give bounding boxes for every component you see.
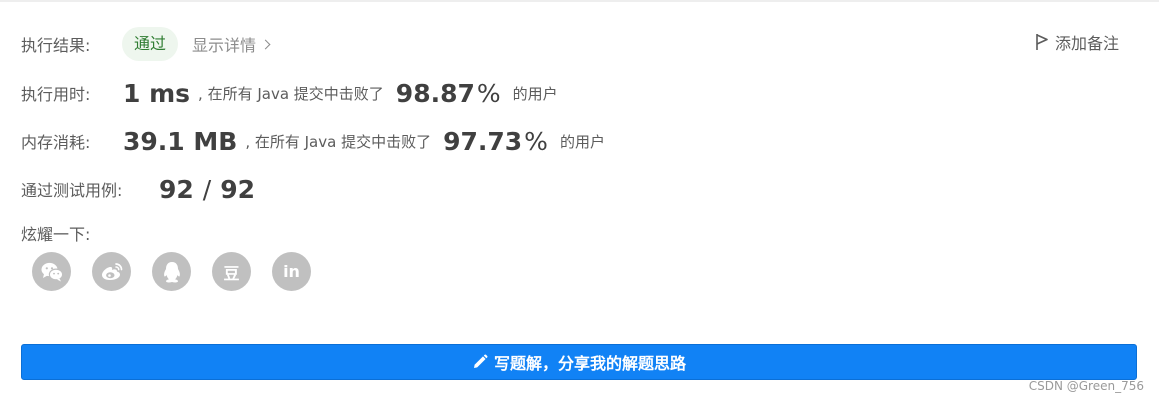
chevron-right-icon [260,39,271,49]
testcases-separator: / [202,174,212,204]
memory-percent: 97.73 [443,126,523,156]
memory-percent-unit: % [524,126,548,156]
flag-icon [1036,34,1048,50]
douban-icon[interactable]: 豆 [212,252,251,291]
runtime-label: 执行用时: [21,85,91,104]
watermark: CSDN @Green_756 [1028,379,1144,393]
wechat-icon[interactable] [32,252,71,291]
status-badge: 通过 [122,27,179,61]
testcases-total: 92 [220,174,256,204]
runtime-percent-unit: % [476,78,501,108]
result-row: 执行结果: 通过 显示详情 [21,26,271,62]
testcases-passed: 92 [159,174,194,204]
qq-icon[interactable] [152,252,191,291]
share-row: 炫耀一下: [21,220,90,246]
runtime-percent: 98.87 [395,78,475,108]
memory-users-text: 的用户 [559,132,605,151]
write-solution-button[interactable]: 写题解，分享我的解题思路 [21,344,1137,380]
memory-label: 内存消耗: [21,133,91,152]
share-icons: 豆 in [32,252,332,291]
write-solution-label: 写题解，分享我的解题思路 [493,354,686,373]
share-label: 炫耀一下: [21,225,91,244]
add-note-label: 添加备注 [1054,34,1119,53]
pencil-icon [473,354,488,368]
memory-beat-text: , 在所有 Java 提交中击败了 [245,132,432,151]
memory-value: 39.1 MB [123,126,238,156]
testcases-row: 通过测试用例: 92 / 92 [21,172,255,206]
douban-glyph: 豆 [223,263,240,283]
show-details-link[interactable]: 显示详情 [192,32,271,56]
runtime-value: 1 ms [123,78,191,108]
linkedin-icon[interactable]: in [272,252,311,291]
weibo-icon[interactable] [92,252,131,291]
testcases-label: 通过测试用例: [21,181,123,200]
runtime-beat-text: , 在所有 Java 提交中击败了 [198,84,384,103]
top-divider [0,0,1159,2]
add-note-button[interactable]: 添加备注 [1035,30,1119,54]
result-label: 执行结果: [21,36,91,55]
show-details-label: 显示详情 [192,36,257,55]
memory-row: 内存消耗: 39.1 MB , 在所有 Java 提交中击败了 97.73 % … [21,124,605,158]
runtime-row: 执行用时: 1 ms , 在所有 Java 提交中击败了 98.87 % 的用户 [21,76,558,110]
runtime-users-text: 的用户 [512,84,558,103]
linkedin-glyph: in [283,262,300,281]
